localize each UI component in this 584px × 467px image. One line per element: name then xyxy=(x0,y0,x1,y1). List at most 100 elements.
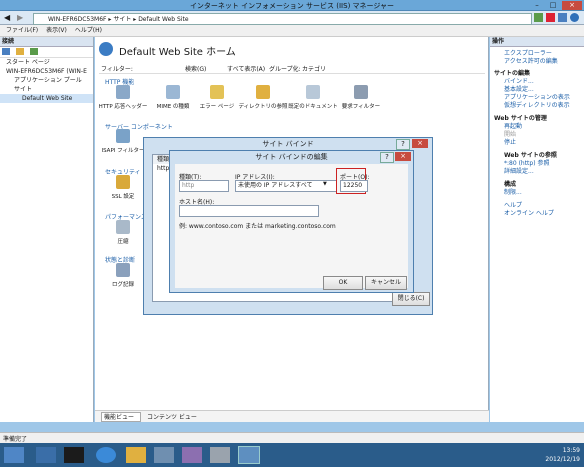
home-icon[interactable] xyxy=(558,13,567,22)
tree-default-web-site[interactable]: Default Web Site xyxy=(0,94,93,103)
tree-server[interactable]: WIN-EFR6DC53M6F (WIN-E xyxy=(0,67,93,76)
feature-label: 圧縮 xyxy=(117,239,129,245)
help-question-icon[interactable]: ? xyxy=(380,152,394,163)
feature-label: ディレクトリの参照 xyxy=(238,104,288,110)
help-icon[interactable] xyxy=(570,13,579,22)
log-icon xyxy=(116,263,130,277)
server-manager-icon[interactable] xyxy=(36,447,56,463)
menu-view[interactable]: 表示(V) xyxy=(46,25,67,37)
action-help[interactable]: ヘルプ xyxy=(504,202,584,210)
isapi-icon xyxy=(116,129,130,143)
help-question-icon[interactable]: ? xyxy=(396,139,410,150)
feature-directory-browsing[interactable]: ディレクトリの参照 xyxy=(237,85,289,110)
powershell-icon[interactable] xyxy=(64,447,84,463)
action-stop[interactable]: 停止 xyxy=(504,139,584,147)
tab-features-view[interactable]: 機能ビュー xyxy=(101,412,141,422)
action-view-applications[interactable]: アプリケーションの表示 xyxy=(504,94,584,102)
action-limits[interactable]: 制限... xyxy=(504,189,584,197)
chevron-down-icon[interactable]: ▼ xyxy=(323,181,327,187)
connections-toolbar xyxy=(0,47,93,58)
minimize-icon[interactable]: – xyxy=(530,1,544,10)
manage-header: Web サイトの管理 xyxy=(494,115,547,122)
gear-icon[interactable] xyxy=(210,447,230,463)
hostname-example: 例: www.contoso.com または marketing.contoso… xyxy=(179,223,336,230)
edit-binding-title: サイト バインドの編集 xyxy=(255,153,328,161)
connect-icon[interactable] xyxy=(2,48,10,55)
iis-manager-taskbar-icon[interactable] xyxy=(238,446,260,464)
view-tabs: 機能ビュー コンテンツ ビュー xyxy=(95,410,489,422)
connections-title: 接続 xyxy=(0,37,93,47)
feature-ssl-settings[interactable]: SSL 設定 xyxy=(97,175,149,200)
action-online-help[interactable]: オンライン ヘルプ xyxy=(504,210,584,218)
compress-icon xyxy=(116,220,130,234)
filter-go-button[interactable]: 検索(G) xyxy=(185,64,206,73)
window-title: インターネット インフォメーション サービス (IIS) マネージャー xyxy=(189,2,395,10)
refresh-tree-icon[interactable] xyxy=(29,48,38,55)
globe-icon xyxy=(99,42,113,56)
port-input[interactable]: 12250 xyxy=(340,180,368,192)
back-icon[interactable]: ◀ xyxy=(4,13,10,22)
action-explore[interactable]: エクスプローラー xyxy=(504,50,584,58)
save-icon[interactable] xyxy=(15,48,24,55)
feature-isapi-filters[interactable]: ISAPI フィルター xyxy=(97,129,149,154)
hostname-input[interactable] xyxy=(179,205,319,217)
filter-label: フィルター: xyxy=(101,66,133,73)
ip-select[interactable]: 未使用の IP アドレスすべて xyxy=(235,180,337,192)
breadcrumb-server[interactable]: WIN-EFR6DC53M6F xyxy=(48,16,106,23)
breadcrumb[interactable]: WIN-EFR6DC53M6F ▸ サイト ▸ Default Web Site xyxy=(33,13,532,25)
site-bindings-title: サイト バインド xyxy=(262,140,314,148)
clock: 13:59 2012/12/19 xyxy=(520,446,580,464)
feature-label: ログ記録 xyxy=(111,282,134,288)
action-browse-80[interactable]: *:80 (http) 参照 xyxy=(504,160,584,168)
breadcrumb-sites[interactable]: サイト xyxy=(113,16,131,23)
type-select[interactable]: http xyxy=(179,180,229,192)
forward-icon[interactable]: ▶ xyxy=(17,13,23,22)
action-basic-settings[interactable]: 基本設定... xyxy=(504,86,584,94)
menu-bar: ファイル(F) 表示(V) ヘルプ(H) xyxy=(0,25,584,37)
file-explorer-icon[interactable] xyxy=(126,447,146,463)
tree-app-pools[interactable]: アプリケーション プール xyxy=(0,76,93,85)
taskbar-app-icon[interactable] xyxy=(182,447,202,463)
close-icon[interactable]: × xyxy=(395,152,411,161)
menu-file[interactable]: ファイル(F) xyxy=(6,25,38,37)
feature-request-filtering[interactable]: 要求フィルター xyxy=(335,85,387,110)
tree-start-page[interactable]: スタート ページ xyxy=(0,58,93,67)
tree-sites[interactable]: サイト xyxy=(0,85,93,94)
action-restart[interactable]: 再起動 xyxy=(504,123,584,131)
bindings-close-button[interactable]: 閉じる(C) xyxy=(392,292,430,306)
internet-explorer-icon[interactable] xyxy=(96,447,116,463)
feature-logging[interactable]: ログ記録 xyxy=(97,263,149,288)
headers-icon xyxy=(116,85,130,99)
groupby-select[interactable]: カテゴリ xyxy=(302,64,326,73)
action-view-virtual-dirs[interactable]: 仮想ディレクトリの表示 xyxy=(504,102,584,110)
feature-http-response-headers[interactable]: HTTP 応答ヘッダー xyxy=(97,85,149,110)
ok-button[interactable]: OK xyxy=(323,276,363,290)
site-edit-header: サイトの編集 xyxy=(494,70,531,77)
taskbar-app-icon[interactable] xyxy=(154,447,174,463)
maximize-icon[interactable]: □ xyxy=(546,1,560,10)
filter-icon xyxy=(354,85,368,99)
feature-label: SSL 設定 xyxy=(111,194,135,200)
lock-icon xyxy=(116,175,130,189)
config-header: 構成 xyxy=(504,181,517,188)
action-advanced-settings[interactable]: 詳細設定... xyxy=(504,168,584,176)
close-icon[interactable]: × xyxy=(562,1,582,10)
feature-compression[interactable]: 圧縮 xyxy=(97,220,149,245)
show-all-button[interactable]: すべて表示(A) xyxy=(227,64,265,73)
close-icon[interactable]: × xyxy=(412,139,428,148)
action-bindings[interactable]: バインド... xyxy=(504,78,584,86)
tab-content-view[interactable]: コンテンツ ビュー xyxy=(147,413,197,422)
feature-error-pages[interactable]: エラー ページ xyxy=(191,85,243,110)
breadcrumb-site[interactable]: Default Web Site xyxy=(138,16,188,23)
stop-icon[interactable] xyxy=(546,13,555,22)
cancel-button[interactable]: キャンセル xyxy=(365,276,407,290)
menu-help[interactable]: ヘルプ(H) xyxy=(75,25,102,37)
status-bar: 準備完了 xyxy=(0,432,584,443)
feature-default-document[interactable]: 既定のドキュメント xyxy=(287,85,339,110)
action-start[interactable]: 開始 xyxy=(504,131,584,139)
feature-label: 既定のドキュメント xyxy=(288,104,338,110)
refresh-icon[interactable] xyxy=(534,13,543,22)
start-icon[interactable] xyxy=(4,447,24,463)
action-edit-permissions[interactable]: アクセス許可の編集 xyxy=(504,58,584,66)
connections-tree: スタート ページ WIN-EFR6DC53M6F (WIN-E アプリケーション… xyxy=(0,58,93,103)
